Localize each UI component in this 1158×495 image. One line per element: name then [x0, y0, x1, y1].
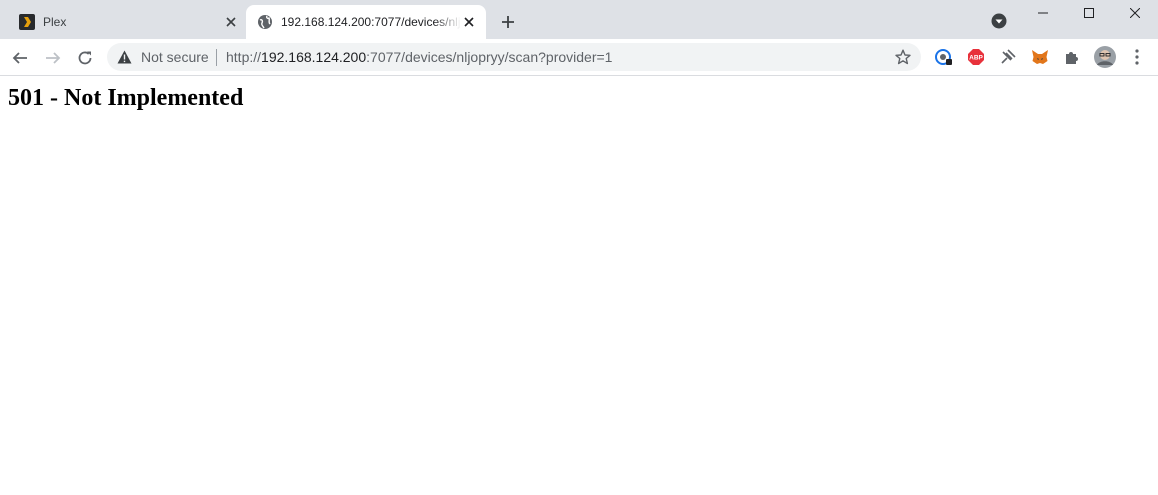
puzzle-extensions-icon[interactable] [1062, 47, 1082, 67]
tab-search-icon[interactable] [990, 12, 1008, 30]
tab-current-page[interactable]: 192.168.124.200:7077/devices/nljopryy/sc… [246, 5, 486, 39]
globe-icon [257, 14, 273, 30]
forward-button[interactable] [39, 44, 67, 72]
divider [216, 49, 217, 66]
security-status[interactable]: Not secure [141, 49, 209, 65]
back-button[interactable] [6, 44, 34, 72]
tab-title: Plex [43, 15, 67, 29]
close-icon[interactable] [223, 14, 239, 30]
svg-text:ABP: ABP [969, 55, 983, 62]
url-path: :7077/devices/nljopryy/scan?provider=1 [366, 49, 613, 65]
profile-avatar[interactable] [1094, 46, 1116, 68]
reload-button[interactable] [71, 44, 99, 72]
adblock-plus-icon[interactable]: ABP [966, 47, 986, 67]
browser-toolbar: Not secure http://192.168.124.200:7077/d… [0, 39, 1158, 76]
tab-plex[interactable]: Plex [8, 5, 244, 39]
url-host: 192.168.124.200 [261, 49, 367, 65]
plex-icon [19, 14, 35, 30]
new-tab-button[interactable] [498, 12, 518, 32]
error-heading: 501 - Not Implemented [8, 85, 244, 111]
address-bar[interactable]: Not secure http://192.168.124.200:7077/d… [107, 43, 921, 71]
close-icon[interactable] [461, 14, 477, 30]
tab-strip: Plex 192.168.124.200:7077/devices/nljopr… [0, 0, 1158, 39]
kebab-menu-icon[interactable] [1127, 47, 1147, 67]
tab-title: 192.168.124.200:7077/devices/nljopryy/sc… [281, 15, 461, 29]
maximize-button[interactable] [1066, 0, 1112, 26]
warning-icon[interactable] [117, 50, 132, 64]
minimize-button[interactable] [1020, 0, 1066, 26]
url-scheme: http:// [226, 49, 262, 65]
metamask-fox-icon[interactable] [1030, 47, 1050, 67]
password-manager-icon[interactable] [934, 47, 954, 67]
window-close-button[interactable] [1112, 0, 1158, 26]
url-text[interactable]: http://192.168.124.200:7077/devices/nljo… [226, 49, 612, 65]
bookmark-star-icon[interactable] [895, 49, 911, 65]
page-content: 501 - Not Implemented [0, 76, 1158, 495]
pin-extension-icon[interactable] [998, 47, 1018, 67]
